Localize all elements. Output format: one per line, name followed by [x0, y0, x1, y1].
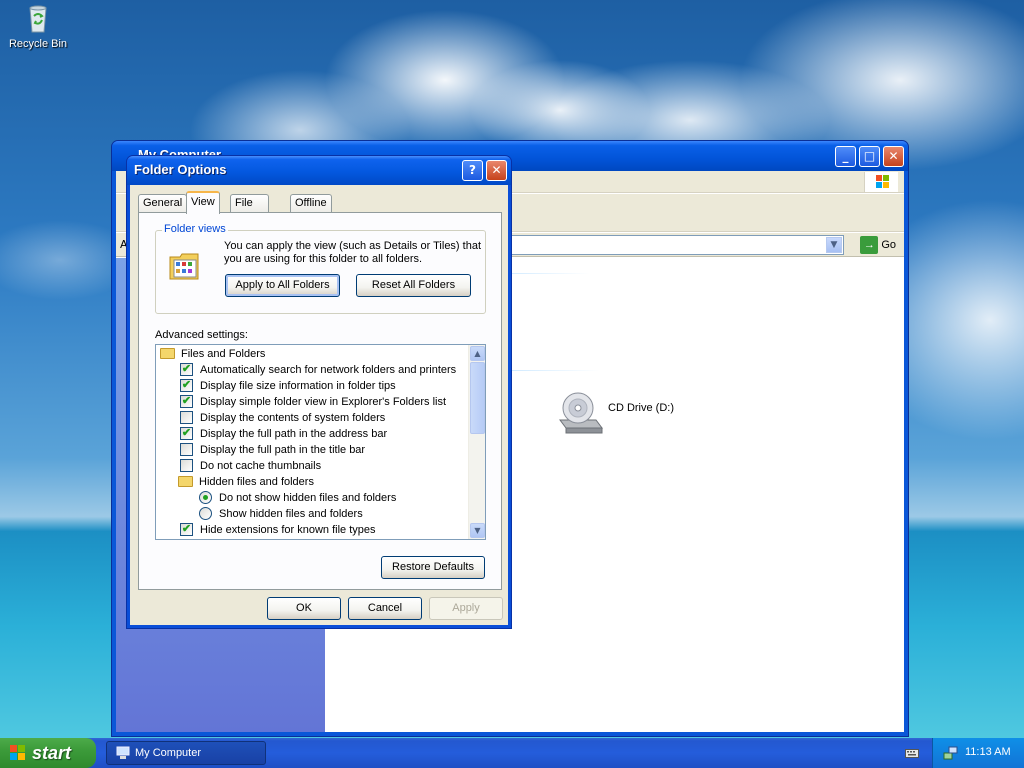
dialog-close-button[interactable]: ✕ [486, 160, 507, 181]
checkbox[interactable] [180, 458, 193, 472]
tab-offline-files[interactable]: Offline Files [290, 194, 332, 225]
tab-view[interactable]: View [186, 191, 220, 214]
list-item[interactable]: Display the full path in the title bar [180, 442, 365, 458]
list-item[interactable]: ✔ Display simple folder view in Explorer'… [180, 394, 446, 410]
scroll-up-icon[interactable]: ▲ [470, 346, 485, 361]
scroll-thumb[interactable] [470, 362, 485, 434]
taskbar-item-my-computer[interactable]: My Computer [106, 741, 266, 765]
restore-defaults-button[interactable]: Restore Defaults [381, 556, 485, 579]
recycle-bin-icon [22, 2, 54, 34]
folder-views-icon [168, 249, 202, 283]
radio-button[interactable] [199, 506, 212, 520]
folder-icon [178, 475, 193, 487]
list-item[interactable]: ✔ Hide extensions for known file types [180, 522, 375, 538]
maximize-button[interactable]: □ [859, 146, 880, 167]
list-item[interactable]: Display the contents of system folders [180, 410, 385, 426]
scroll-down-icon[interactable]: ▼ [470, 523, 485, 538]
ok-button[interactable]: OK [267, 597, 341, 620]
list-item[interactable]: Do not show hidden files and folders [199, 490, 396, 506]
folder-options-dialog[interactable]: Folder Options ? ✕ General View File Typ… [126, 155, 512, 629]
go-arrow-icon: → [860, 236, 879, 254]
reset-all-folders-button[interactable]: Reset All Folders [356, 274, 471, 297]
minimize-button[interactable]: _ [835, 146, 856, 167]
apply-to-all-folders-button[interactable]: Apply to All Folders [225, 274, 340, 297]
go-label: Go [881, 238, 896, 251]
checkbox[interactable] [180, 410, 193, 424]
tab-general[interactable]: General [138, 194, 188, 213]
address-dropdown-icon[interactable]: ▼ [826, 237, 842, 253]
folder-icon [160, 347, 175, 359]
close-button[interactable]: ✕ [883, 146, 904, 167]
list-item: Files and Folders [160, 346, 265, 362]
dialog-body: General View File Types Offline Files Fo… [130, 185, 508, 625]
windows-flag-icon [10, 745, 25, 760]
network-icon[interactable] [943, 745, 959, 761]
advanced-settings-list[interactable]: Files and Folders ✔ Automatically search … [155, 344, 486, 540]
radio-button[interactable] [199, 490, 212, 504]
dialog-titlebar[interactable]: Folder Options ? ✕ [127, 156, 511, 185]
checkbox[interactable] [180, 442, 193, 456]
taskbar: start My Computer 11:13 AM [0, 738, 1024, 768]
system-tray: 11:13 AM [932, 738, 1024, 768]
list-item[interactable]: ✔ Automatically search for network folder… [180, 362, 456, 378]
list-item[interactable]: Show hidden files and folders [199, 506, 363, 522]
list-scrollbar[interactable]: ▲ ▼ [468, 345, 485, 539]
checkbox[interactable]: ✔ [180, 522, 193, 536]
cd-drive-item[interactable]: CD Drive (D:) [556, 386, 674, 439]
view-tab-panel: Folder views You can apply the view (suc… [138, 212, 502, 590]
recycle-bin[interactable]: Recycle Bin [6, 2, 70, 50]
help-button[interactable]: ? [462, 160, 483, 181]
list-item[interactable]: Do not cache thumbnails [180, 458, 321, 474]
windows-logo-icon [864, 172, 898, 192]
recycle-bin-label: Recycle Bin [8, 38, 68, 50]
start-button[interactable]: start [0, 738, 96, 768]
clock: 11:13 AM [965, 746, 1011, 758]
checkbox[interactable]: ✔ [180, 394, 193, 408]
checkbox[interactable]: ✔ [180, 378, 193, 392]
cd-drive-label: CD Drive (D:) [608, 402, 674, 414]
go-button[interactable]: → Go [860, 236, 896, 254]
folder-views-group: Folder views You can apply the view (suc… [155, 223, 486, 314]
desktop: Recycle Bin My Computer _ □ ✕ [0, 0, 1024, 738]
cd-drive-icon [559, 392, 603, 434]
start-label: start [32, 743, 72, 763]
tab-file-types[interactable]: File Types [230, 194, 270, 225]
advanced-settings-label: Advanced settings: [155, 329, 248, 341]
checkbox[interactable]: ✔ [180, 426, 193, 440]
list-item: Hidden files and folders [178, 474, 314, 490]
list-item[interactable]: ✔ Display the full path in the address ba… [180, 426, 387, 442]
taskbar-item-label: My Computer [135, 747, 202, 759]
folder-views-description: You can apply the view (such as Details … [224, 240, 482, 265]
dialog-title: Folder Options [134, 162, 227, 177]
computer-icon [116, 746, 130, 759]
checkbox[interactable]: ✔ [180, 362, 193, 376]
keyboard-icon[interactable] [905, 747, 919, 759]
cancel-button[interactable]: Cancel [348, 597, 422, 620]
folder-views-legend: Folder views [162, 223, 228, 235]
apply-button[interactable]: Apply [429, 597, 503, 620]
list-item[interactable]: ✔ Display file size information in folder… [180, 378, 396, 394]
